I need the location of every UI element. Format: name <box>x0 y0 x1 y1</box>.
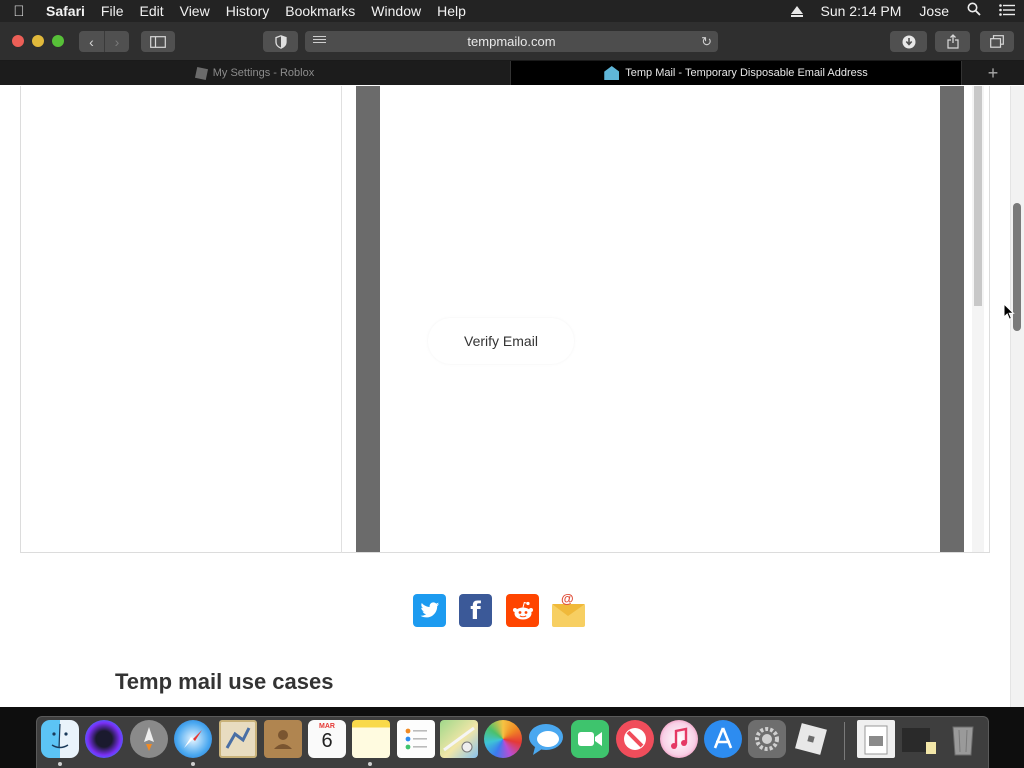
web-page: Verify Email f @ Temp mail use cases <box>0 86 1024 707</box>
calendar-icon[interactable]: MAR 6 <box>308 720 346 758</box>
app-store-icon[interactable] <box>704 720 742 758</box>
maps-icon[interactable] <box>440 720 478 758</box>
spotlight-search-icon[interactable] <box>958 0 990 22</box>
tab-title: My Settings - Roblox <box>212 67 315 79</box>
system-preferences-icon[interactable] <box>748 720 786 758</box>
calendar-day: 6 <box>321 730 333 752</box>
eject-icon[interactable] <box>791 6 804 17</box>
calendar-month: MAR <box>319 723 335 730</box>
photos-icon[interactable] <box>484 720 522 758</box>
share-icon <box>946 34 959 49</box>
notes-running-indicator <box>368 762 372 766</box>
trash-icon[interactable] <box>944 720 982 758</box>
reload-icon[interactable]: ↻ <box>701 31 712 52</box>
dock-divider <box>844 722 845 760</box>
facetime-icon[interactable] <box>571 720 609 758</box>
email-scrollbar-thumb[interactable] <box>974 86 982 306</box>
finder-running-indicator <box>58 762 62 766</box>
menu-help[interactable]: Help <box>429 0 474 22</box>
verify-email-button[interactable]: Verify Email <box>428 318 574 364</box>
files-stack-icon[interactable] <box>900 720 938 758</box>
menu-user[interactable]: Jose <box>910 0 958 22</box>
launchpad-icon[interactable] <box>130 720 168 758</box>
mouse-cursor <box>1003 302 1015 321</box>
browser-toolbar: ‹ › tempmailo.com ↻ <box>0 22 1024 61</box>
email-icon[interactable]: @ <box>552 591 585 627</box>
menu-history[interactable]: History <box>218 0 278 22</box>
twitter-icon[interactable] <box>413 594 446 627</box>
menu-clock[interactable]: Sun 2:14 PM <box>811 0 910 22</box>
facebook-icon[interactable]: f <box>459 594 492 627</box>
address-bar[interactable]: tempmailo.com ↻ <box>305 31 718 52</box>
menu-bookmarks[interactable]: Bookmarks <box>277 0 363 22</box>
privacy-report-button[interactable] <box>263 31 298 52</box>
notification-center-icon[interactable] <box>990 0 1024 22</box>
email-viewer-frame: Verify Email <box>356 86 964 552</box>
tab-title: Temp Mail - Temporary Disposable Email A… <box>625 67 868 79</box>
zoom-window-button[interactable] <box>52 35 64 47</box>
reminders-icon[interactable] <box>397 720 435 758</box>
siri-icon[interactable] <box>85 720 123 758</box>
address-url: tempmailo.com <box>467 34 556 49</box>
menu-file[interactable]: File <box>93 0 132 22</box>
sidebar-toggle-button[interactable] <box>141 31 175 52</box>
apple-menu-icon[interactable]:  <box>0 3 38 20</box>
tab-bar: My Settings - Roblox Temp Mail - Tempora… <box>0 61 1024 85</box>
close-window-button[interactable] <box>12 35 24 47</box>
menu-edit[interactable]: Edit <box>131 0 171 22</box>
menu-window[interactable]: Window <box>363 0 429 22</box>
roblox-icon[interactable] <box>792 720 830 758</box>
finder-icon[interactable] <box>41 720 79 758</box>
menu-bar:  Safari File Edit View History Bookmark… <box>0 0 1024 22</box>
menu-view[interactable]: View <box>172 0 218 22</box>
minimize-window-button[interactable] <box>32 35 44 47</box>
section-heading: Temp mail use cases <box>115 669 334 694</box>
forward-button[interactable]: › <box>104 31 129 52</box>
tab-temp-mail[interactable]: Temp Mail - Temporary Disposable Email A… <box>511 61 962 85</box>
navigation-buttons: ‹ › <box>79 31 129 52</box>
preview-document-icon[interactable] <box>857 720 895 758</box>
back-button[interactable]: ‹ <box>79 31 104 52</box>
tab-overview-button[interactable] <box>980 31 1014 52</box>
sidebar-icon <box>150 35 166 48</box>
safari-running-indicator <box>191 762 195 766</box>
contacts-icon[interactable] <box>264 720 302 758</box>
tab-roblox-settings[interactable]: My Settings - Roblox <box>0 61 511 85</box>
shield-icon <box>274 34 287 49</box>
email-body: Verify Email <box>380 86 940 552</box>
plus-icon: + <box>987 62 999 83</box>
reader-view-icon[interactable] <box>313 36 326 47</box>
tempmail-favicon-icon <box>604 66 620 80</box>
new-tab-button[interactable]: + <box>962 61 1024 85</box>
downloads-button[interactable] <box>890 31 927 52</box>
safari-icon[interactable] <box>174 720 212 758</box>
inbox-list-pane <box>20 86 342 553</box>
share-button[interactable] <box>935 31 970 52</box>
news-icon[interactable] <box>616 720 654 758</box>
menu-app-name[interactable]: Safari <box>38 0 93 22</box>
reddit-icon[interactable] <box>506 594 539 627</box>
tabs-icon <box>990 35 1004 48</box>
notes-icon[interactable] <box>352 720 390 758</box>
page-scrollbar-track[interactable] <box>1010 86 1024 707</box>
download-icon <box>902 35 915 48</box>
roblox-favicon-icon <box>194 66 208 80</box>
mail-icon[interactable] <box>219 720 257 758</box>
share-buttons-row: f @ <box>0 591 1024 628</box>
messages-icon[interactable] <box>527 720 565 758</box>
music-icon[interactable] <box>660 720 698 758</box>
